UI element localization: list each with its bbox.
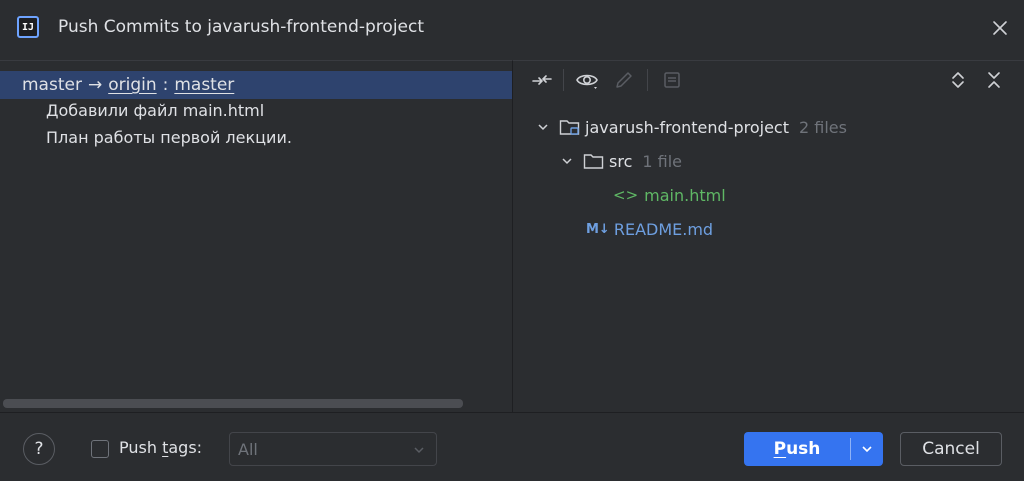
tree-file-main-html[interactable]: <> main.html bbox=[613, 182, 726, 208]
branch-separator: : bbox=[162, 75, 169, 95]
close-icon bbox=[993, 21, 1007, 35]
chevron-down-icon bbox=[412, 442, 426, 461]
chevron-down-icon bbox=[862, 446, 872, 453]
expand-all-icon bbox=[952, 72, 964, 88]
tree-file-readme[interactable]: M↓ README.md bbox=[586, 216, 713, 242]
collapse-arrows-button[interactable] bbox=[529, 67, 555, 93]
tags-select[interactable]: All bbox=[229, 432, 437, 466]
tags-select-value: All bbox=[238, 439, 258, 459]
remote-name-link[interactable]: origin bbox=[108, 75, 156, 95]
collapse-all-button[interactable] bbox=[981, 67, 1007, 93]
cancel-button[interactable]: Cancel bbox=[900, 432, 1002, 466]
chevron-down-icon[interactable] bbox=[535, 119, 551, 135]
push-button[interactable]: Push bbox=[744, 432, 850, 466]
toolbar-separator bbox=[563, 69, 564, 91]
markdown-file-icon: M↓ bbox=[586, 221, 610, 237]
tree-folder-label: src bbox=[609, 151, 633, 171]
collapse-all-icon bbox=[988, 72, 1000, 88]
tree-root-count: 2 files bbox=[799, 117, 847, 137]
close-button[interactable] bbox=[986, 14, 1014, 42]
eye-icon bbox=[576, 74, 598, 89]
horizontal-scrollbar[interactable] bbox=[3, 399, 463, 408]
file-name: README.md bbox=[613, 219, 714, 239]
push-tags-label[interactable]: Push tags: bbox=[119, 438, 202, 457]
project-folder-icon bbox=[559, 118, 581, 136]
push-split-button: Push bbox=[744, 432, 883, 466]
pencil-icon bbox=[616, 72, 632, 88]
local-branch: master bbox=[22, 75, 82, 95]
commit-item[interactable]: Добавили файл main.html bbox=[46, 101, 264, 120]
commit-item[interactable]: План работы первой лекции. bbox=[46, 128, 292, 147]
remote-branch-link[interactable]: master bbox=[174, 75, 234, 95]
tree-folder-count: 1 file bbox=[642, 151, 682, 171]
help-button[interactable]: ? bbox=[23, 433, 55, 465]
changes-pane: javarush-frontend-project 2 files src 1 … bbox=[512, 60, 1024, 412]
push-options-dropdown[interactable] bbox=[851, 432, 883, 466]
dialog-footer: ? Push tags: All Push Cancel bbox=[0, 412, 1024, 481]
expand-all-button[interactable] bbox=[945, 67, 971, 93]
chevron-down-icon[interactable] bbox=[559, 153, 575, 169]
branch-mapping-row[interactable]: master → origin : master bbox=[0, 71, 512, 99]
file-name: main.html bbox=[644, 185, 726, 205]
tree-node-folder[interactable]: src 1 file bbox=[559, 148, 682, 174]
intellij-app-icon: IJ bbox=[17, 16, 39, 38]
html-file-icon: <> bbox=[613, 186, 639, 204]
branch-arrow: → bbox=[87, 75, 103, 95]
diff-icon bbox=[664, 72, 680, 88]
toolbar-separator bbox=[647, 69, 648, 91]
edit-button[interactable] bbox=[611, 67, 637, 93]
diff-button[interactable] bbox=[659, 67, 685, 93]
collapse-arrows-icon bbox=[532, 75, 552, 85]
title-bar: IJ Push Commits to javarush-frontend-pro… bbox=[0, 0, 1024, 56]
commits-pane: master → origin : master Добавили файл m… bbox=[0, 60, 512, 412]
push-tags-checkbox[interactable] bbox=[91, 440, 109, 458]
view-options-button[interactable] bbox=[574, 67, 600, 93]
dialog-title: Push Commits to javarush-frontend-projec… bbox=[58, 17, 425, 37]
folder-icon bbox=[583, 152, 605, 170]
tree-root-label: javarush-frontend-project bbox=[585, 117, 789, 137]
tree-node-root[interactable]: javarush-frontend-project 2 files bbox=[535, 114, 847, 140]
